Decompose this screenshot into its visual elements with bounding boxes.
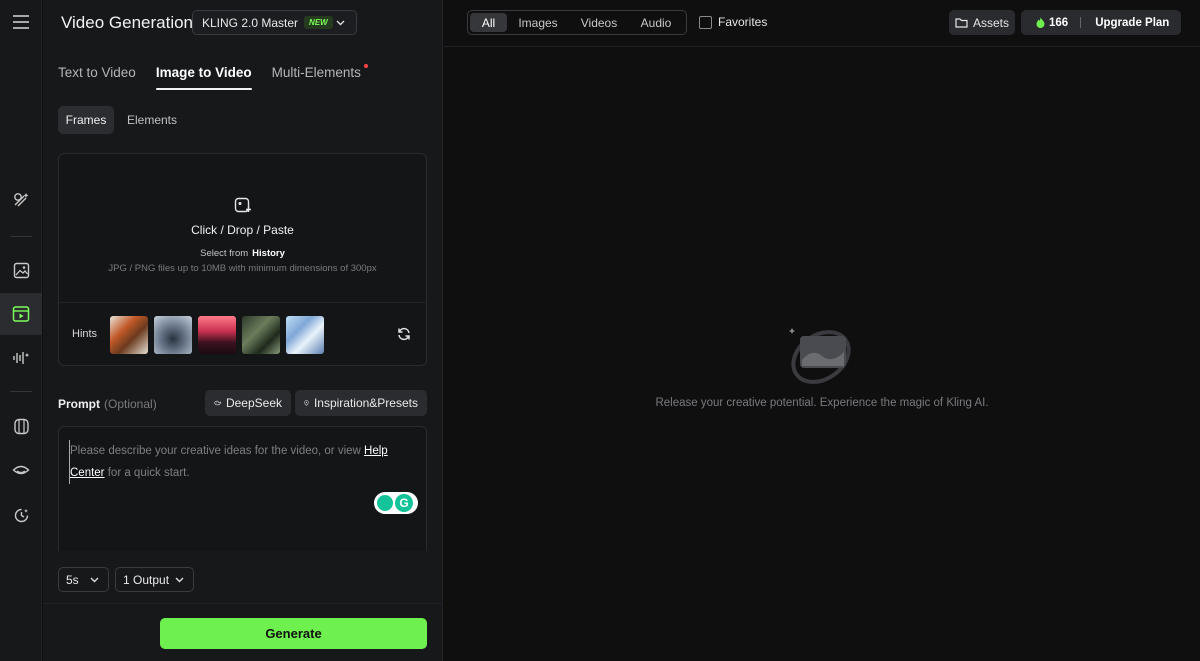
select-from-label: Select from [200, 248, 249, 259]
hint-thumbnail[interactable] [198, 316, 236, 354]
prompt-placeholder: Please describe your creative ideas for … [69, 440, 417, 484]
generation-panel: Video Generation KLING 2.0 Master NEW Te… [43, 0, 443, 661]
empty-state-illustration [789, 328, 851, 384]
history-icon[interactable] [0, 494, 42, 536]
placeholder-text-end: for a quick start. [104, 467, 190, 479]
filter-audio[interactable]: Audio [629, 13, 683, 32]
image-icon[interactable] [0, 249, 42, 291]
filter-videos[interactable]: Videos [569, 13, 629, 32]
mode-tabs: Text to Video Image to Video Multi-Eleme… [58, 64, 368, 90]
face-icon[interactable] [0, 449, 42, 491]
prompt-textarea[interactable]: Please describe your creative ideas for … [58, 426, 427, 551]
grammarly-suggest-icon [377, 495, 393, 511]
assets-label: Assets [972, 15, 1009, 30]
duration-value: 5s [66, 572, 79, 587]
divider [43, 603, 443, 604]
upload-instruction: Click / Drop / Paste [191, 223, 294, 237]
audio-icon[interactable] [0, 337, 42, 379]
divider [1080, 17, 1082, 28]
credits-upgrade[interactable]: 166 Upgrade Plan [1021, 10, 1181, 35]
empty-state-message: Release your creative potential. Experie… [655, 397, 989, 409]
tab-multi-elements[interactable]: Multi-Elements [271, 64, 368, 90]
flame-icon [1036, 17, 1045, 28]
filter-all[interactable]: All [470, 13, 507, 32]
grammarly-icon: G [395, 494, 413, 512]
chevron-down-icon [175, 577, 184, 583]
grammarly-widget[interactable]: G [374, 492, 418, 514]
chevron-down-icon [90, 577, 99, 583]
favorites-toggle[interactable]: Favorites [699, 15, 767, 29]
inspiration-label: Inspiration&Presets [313, 396, 418, 410]
hint-thumbnail[interactable] [110, 316, 148, 354]
notification-dot [363, 64, 368, 68]
hexagon-icon[interactable] [0, 405, 42, 447]
new-badge: NEW [304, 16, 333, 29]
menu-icon[interactable] [0, 1, 42, 43]
prompt-label: Prompt (Optional) [58, 397, 157, 411]
output-count-select[interactable]: 1 Output [115, 567, 194, 592]
output-count-value: 1 Output [123, 572, 170, 587]
deepseek-label: DeepSeek [225, 396, 282, 410]
deepseek-button[interactable]: DeepSeek [205, 390, 291, 416]
generate-button[interactable]: Generate [160, 618, 427, 649]
sparkle-brush-icon[interactable] [0, 179, 42, 221]
history-link[interactable]: History [252, 248, 285, 259]
credits-value: 166 [1049, 16, 1069, 29]
prompt-title: Prompt [58, 397, 100, 411]
add-image-icon [234, 197, 251, 213]
favorites-checkbox[interactable] [699, 15, 712, 29]
results-area: All Images Videos Audio Favorites Assets… [444, 0, 1200, 661]
favorites-label: Favorites [718, 15, 768, 29]
hint-thumbnail[interactable] [286, 316, 324, 354]
folder-icon [955, 18, 968, 28]
model-selector[interactable]: KLING 2.0 Master NEW [192, 10, 357, 35]
media-filter: All Images Videos Audio [467, 10, 687, 35]
chevron-down-icon [336, 20, 345, 26]
image-upload-area[interactable]: Click / Drop / Paste Select from History … [58, 153, 427, 366]
hints-label: Hints [72, 328, 98, 340]
tab-frames[interactable]: Frames [58, 106, 114, 134]
refresh-icon[interactable] [397, 327, 411, 341]
placeholder-text: Please describe your creative ideas for … [70, 445, 365, 457]
prompt-optional: (Optional) [104, 397, 157, 411]
results-toolbar: All Images Videos Audio Favorites Assets… [444, 0, 1200, 47]
filter-images[interactable]: Images [507, 13, 569, 32]
select-from-history: Select from History [59, 248, 426, 259]
hint-thumbnail[interactable] [154, 316, 192, 354]
assets-button[interactable]: Assets [949, 10, 1015, 35]
left-rail [0, 0, 42, 661]
inspiration-presets-button[interactable]: Inspiration&Presets [295, 390, 427, 416]
tab-text-to-video[interactable]: Text to Video [58, 65, 136, 90]
duration-select[interactable]: 5s [58, 567, 109, 592]
hint-thumbnail[interactable] [242, 316, 280, 354]
location-pin-icon [304, 400, 309, 406]
tab-image-to-video[interactable]: Image to Video [155, 65, 252, 90]
page-title: Video Generation [61, 13, 194, 32]
drop-zone[interactable]: Click / Drop / Paste Select from History … [59, 154, 426, 303]
video-icon[interactable] [0, 293, 42, 335]
tab-multi-elements-label: Multi-Elements [271, 65, 361, 80]
upload-requirements: JPG / PNG files up to 10MB with minimum … [108, 263, 377, 274]
tab-elements[interactable]: Elements [121, 106, 183, 134]
deepseek-icon [214, 400, 221, 406]
upgrade-plan-button[interactable]: Upgrade Plan [1095, 17, 1169, 29]
model-name: KLING 2.0 Master [202, 15, 299, 30]
credits-count: 166 [1036, 17, 1068, 29]
